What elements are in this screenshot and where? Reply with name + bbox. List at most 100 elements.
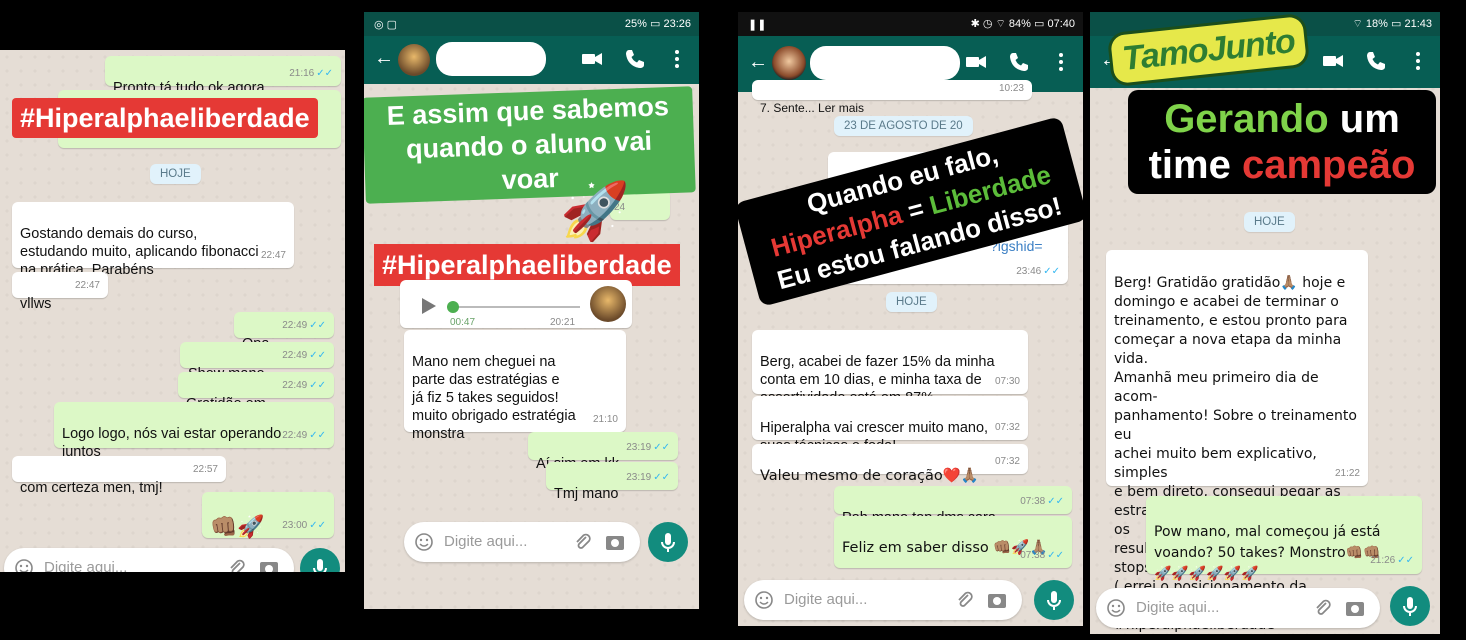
date-separator: HOJE — [886, 292, 937, 312]
message-emoji: 👊🏽🚀 — [210, 515, 265, 540]
emoji-icon[interactable] — [14, 558, 34, 572]
read-ticks-icon: ✓✓ — [1397, 555, 1414, 566]
video-call-icon[interactable] — [1321, 49, 1345, 73]
more-menu-icon[interactable] — [1049, 50, 1073, 74]
message-input[interactable]: Digite aqui... — [1096, 588, 1380, 628]
chat-bubble-outgoing: Gratidão em 22:49✓✓ — [178, 372, 334, 412]
message-time: 22:49 ✓✓ — [282, 430, 326, 441]
message-time: 22:49 ✓✓ — [282, 320, 326, 331]
chat-screenshot-3: ❚❚ ✱ ◷ ⌔ 84% ▭ 07:40 ← 7. Sente... Ler m… — [738, 12, 1083, 626]
message-time: 22:57 — [192, 464, 218, 475]
read-ticks-icon: ✓✓ — [316, 68, 333, 79]
chat-bubble-outgoing: Opa 22:49✓✓ — [234, 312, 334, 352]
redacted-contact-name — [436, 42, 546, 76]
message-text: com certeza men, tmj! — [20, 480, 163, 496]
camera-icon[interactable] — [258, 557, 280, 572]
chat-bubble-incoming: Mano nem cheguei na parte das estratégia… — [404, 330, 626, 442]
back-arrow-icon[interactable]: ← — [374, 48, 394, 68]
redacted-contact-name — [810, 46, 960, 80]
chat-bubble-outgoing: Poh mano top dms cara 07:38✓✓ — [834, 486, 1072, 526]
contact-avatar[interactable] — [398, 44, 430, 76]
message-input[interactable]: Digite aqui... — [404, 522, 640, 562]
attach-icon[interactable] — [954, 589, 974, 611]
status-left-icons: ◎ ▢ — [374, 19, 398, 31]
date-separator: 23 DE AGOSTO DE 20 — [834, 116, 973, 136]
read-ticks-icon: ✓✓ — [309, 430, 326, 441]
phone-icon[interactable] — [1007, 50, 1031, 74]
header-actions — [566, 47, 689, 76]
read-ticks-icon: ✓✓ — [653, 442, 670, 453]
header-actions — [950, 50, 1073, 79]
mic-icon — [313, 559, 327, 572]
attach-icon[interactable] — [226, 557, 246, 572]
emoji-icon[interactable] — [1106, 598, 1126, 618]
chat-bubble-outgoing: Tmj mano 23:19 ✓✓ — [546, 462, 678, 502]
date-separator: HOJE — [1244, 212, 1295, 232]
message-time: 23:46 ✓✓ — [1016, 266, 1060, 277]
message-time: 07:38 ✓✓ — [1020, 496, 1064, 507]
chat-screenshot-2: ◎ ▢ 25% ▭ 23:26 ← 24 E assim que sabemos… — [364, 12, 699, 609]
attach-icon[interactable] — [1312, 597, 1332, 619]
read-ticks-icon: ✓✓ — [309, 520, 326, 531]
message-time: 10:23 — [998, 83, 1024, 94]
mic-button[interactable] — [300, 548, 340, 572]
message-time: 07:38 ✓✓ — [1020, 550, 1064, 561]
input-placeholder: Digite aqui... — [444, 533, 528, 550]
input-placeholder: Digite aqui... — [784, 591, 868, 608]
chat-bubble-incoming: 7. Sente... Ler mais 10:23 — [752, 80, 1032, 115]
chat-bubble-outgoing: Show mano 22:49✓✓ — [180, 342, 334, 382]
status-bar: ◎ ▢ 25% ▭ 23:26 — [364, 12, 699, 36]
read-ticks-icon: ✓✓ — [653, 472, 670, 483]
audio-progress-track[interactable] — [447, 301, 580, 313]
read-ticks-icon: ✓✓ — [309, 380, 326, 391]
camera-icon[interactable] — [604, 531, 626, 553]
chat-screenshot-1: Pronto tá tudo ok agora 21:16 ✓✓ #Hiperal… — [0, 50, 345, 572]
read-ticks-icon: ✓✓ — [309, 350, 326, 361]
status-left-icons: ❚❚ — [748, 19, 767, 31]
chat-bubble-incoming: com certeza men, tmj! 22:57 — [12, 456, 226, 496]
more-menu-icon[interactable] — [1406, 49, 1430, 73]
read-ticks-icon: ✓✓ — [1047, 550, 1064, 561]
message-input[interactable]: Digite aqui... — [744, 580, 1022, 620]
camera-icon[interactable] — [1344, 597, 1366, 619]
video-call-icon[interactable] — [580, 47, 604, 71]
chat-bubble-outgoing: Pronto tá tudo ok agora 21:16 ✓✓ — [105, 56, 341, 96]
emoji-icon[interactable] — [754, 590, 774, 610]
mic-button[interactable] — [1390, 586, 1430, 626]
chat-bubble-incoming: Gostando demais do curso, estudando muit… — [12, 202, 294, 278]
status-right: ⌔ 18% ▭ 21:43 — [1352, 18, 1432, 30]
message-time: 21:10 — [592, 414, 618, 425]
message-input[interactable]: Digite aqui... — [4, 548, 294, 572]
chat-header: ← — [364, 36, 699, 84]
message-time: 07:32 — [994, 456, 1020, 467]
mic-button[interactable] — [648, 522, 688, 562]
message-time: 21:22 — [1334, 468, 1360, 479]
chat-bubble-outgoing: Logo logo, nós vai estar operando juntos… — [54, 402, 334, 460]
message-time: 22:47 — [260, 250, 286, 261]
chat-bubble-outgoing: Pow mano, mal começou já está voando? 50… — [1146, 496, 1422, 582]
header-actions — [1307, 49, 1430, 78]
message-text: Feliz em saber disso 👊🏽🚀🙏🏽 — [842, 540, 1048, 556]
mic-button[interactable] — [1034, 580, 1074, 620]
phone-icon[interactable] — [1364, 49, 1388, 73]
caption-line-1: Gerando um — [1164, 97, 1400, 141]
audio-progress-knob[interactable] — [447, 301, 459, 313]
video-call-icon[interactable] — [964, 50, 988, 74]
message-time: 23:19 ✓✓ — [626, 442, 670, 453]
chat-bubble-incoming: Valeu mesmo de coração❤️🙏🏽 07:32 — [752, 444, 1028, 484]
chat-bubble-incoming: Berg! Gratidão gratidão🙏🏽 hoje e domingo… — [1106, 250, 1368, 633]
more-menu-icon[interactable] — [665, 47, 689, 71]
read-ticks-icon: ✓✓ — [1043, 266, 1060, 277]
message-text: Logo logo, nós vai estar operando juntos — [62, 426, 282, 460]
caption-overlay: Gerando um time campeão — [1128, 90, 1436, 194]
caption-line-2: time campeão — [1148, 143, 1416, 187]
play-icon[interactable] — [418, 296, 438, 316]
status-right: ✱ ◷ ⌔ 84% ▭ 07:40 — [970, 18, 1075, 30]
contact-avatar[interactable] — [772, 46, 806, 80]
emoji-icon[interactable] — [414, 532, 434, 552]
chat-bubble-outgoing: Aí sim em kk 23:19✓✓ — [528, 432, 678, 472]
back-arrow-icon[interactable]: ← — [748, 52, 768, 72]
attach-icon[interactable] — [572, 531, 592, 553]
camera-icon[interactable] — [986, 589, 1008, 611]
phone-icon[interactable] — [623, 47, 647, 71]
